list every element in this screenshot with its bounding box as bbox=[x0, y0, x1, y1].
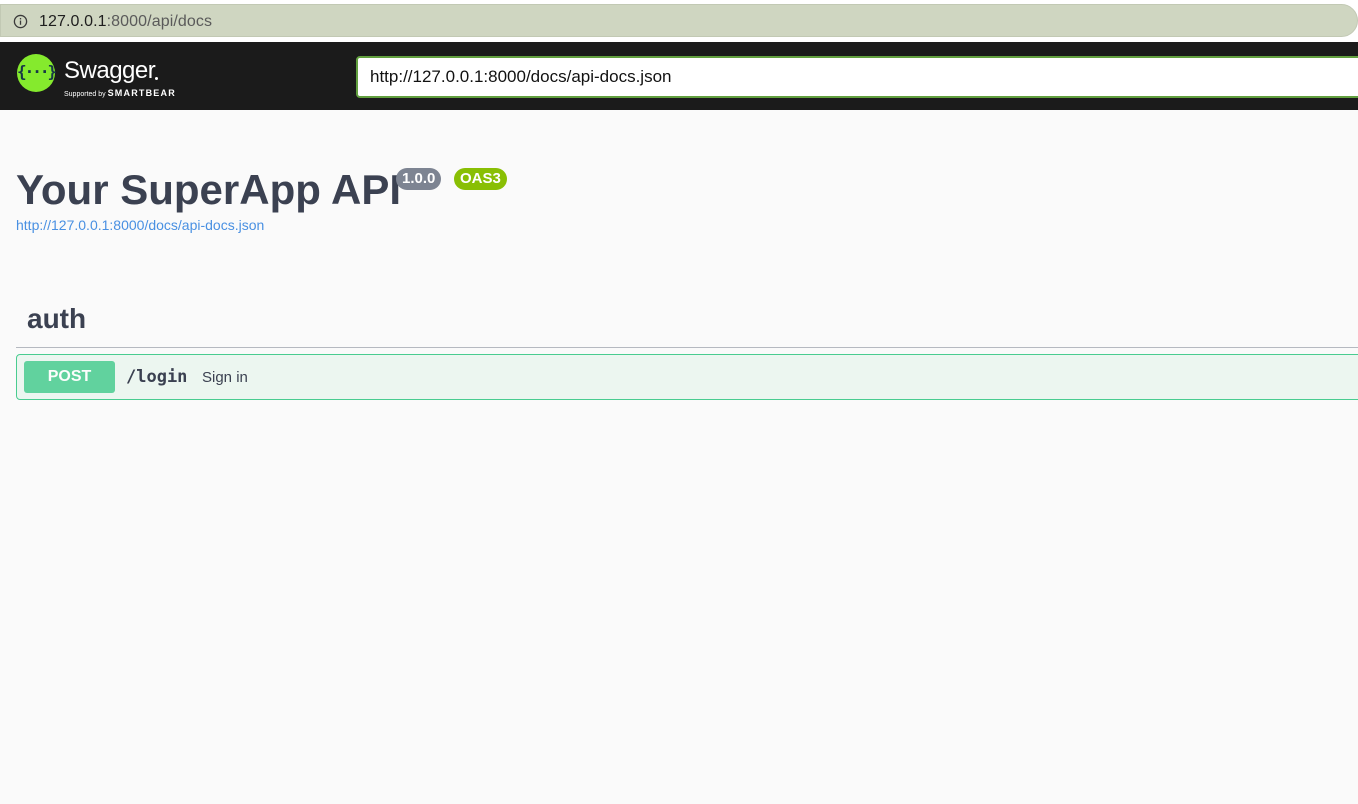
tag-section-auth[interactable]: auth bbox=[16, 296, 1358, 348]
supported-by-text: Supported by bbox=[64, 91, 106, 98]
smartbear-text: SMARTBEAR bbox=[107, 88, 176, 98]
method-badge: POST bbox=[24, 361, 115, 393]
operation-path: /login bbox=[126, 367, 188, 387]
operation-summary: Sign in bbox=[202, 369, 248, 386]
url-host: 127.0.0.1 bbox=[39, 13, 107, 30]
swagger-logo-icon[interactable]: {···} bbox=[17, 54, 57, 92]
logo-wordmark[interactable]: Swagger bbox=[64, 57, 156, 85]
url-path: :8000/api/docs bbox=[106, 13, 213, 30]
trademark-dot bbox=[155, 77, 158, 80]
url-field[interactable]: 127.0.0.1:8000/api/docs bbox=[0, 4, 1358, 37]
oas-badge: OAS3 bbox=[454, 168, 507, 190]
api-title: Your SuperApp API bbox=[16, 166, 402, 213]
info-icon[interactable] bbox=[13, 14, 28, 29]
logo-glyph: {···} bbox=[17, 62, 57, 81]
swagger-topbar: {···} Swagger Supported by SMARTBEAR bbox=[0, 42, 1358, 110]
operation-post-login[interactable]: POST /login Sign in bbox=[16, 354, 1358, 400]
version-badge: 1.0.0 bbox=[396, 168, 442, 190]
browser-address-bar: 127.0.0.1:8000/api/docs bbox=[0, 0, 1358, 42]
logo-tagline: Supported by SMARTBEAR bbox=[64, 88, 176, 100]
tag-name: auth bbox=[27, 303, 87, 334]
spec-url-input[interactable] bbox=[356, 56, 1358, 98]
url-text[interactable]: 127.0.0.1:8000/api/docs bbox=[39, 12, 212, 32]
spec-link[interactable]: http://127.0.0.1:8000/docs/api-docs.json bbox=[16, 216, 264, 234]
